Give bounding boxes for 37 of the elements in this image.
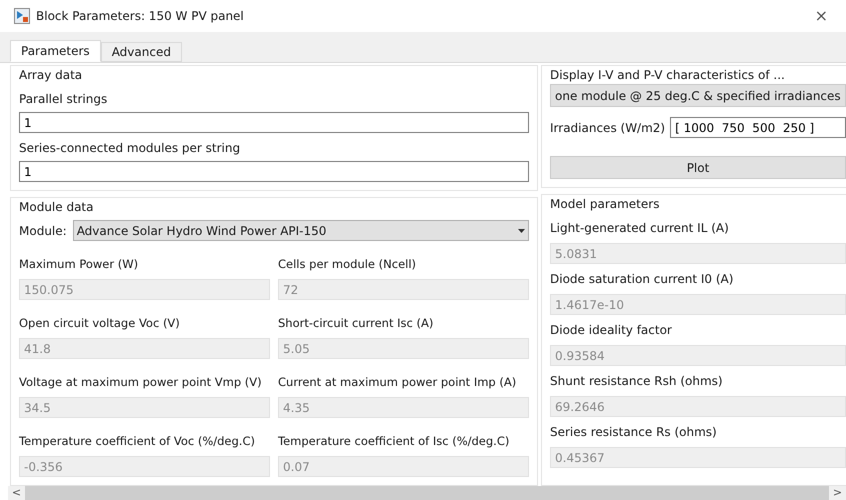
group-title: Array data	[19, 67, 84, 84]
field-label: Light-generated current IL (A)	[550, 220, 730, 237]
plot-button[interactable]: Plot	[550, 156, 846, 179]
field-label: Shunt resistance Rsh (ohms)	[550, 373, 724, 390]
field-label: Diode saturation current I0 (A)	[550, 271, 734, 288]
field-label: Voltage at maximum power point Vmp (V)	[19, 374, 263, 391]
input-field[interactable]: 1	[19, 161, 529, 182]
close-button[interactable]: ×	[810, 4, 832, 28]
field-label: Open circuit voltage Voc (V)	[19, 315, 181, 332]
tab[interactable]: Advanced	[100, 42, 182, 62]
dropdown[interactable]: one module @ 25 deg.C & specified irradiances	[550, 84, 846, 107]
group-title: Module data	[19, 199, 94, 216]
group-title: Display I-V and P-V characteristics of ...	[550, 67, 786, 84]
scroll-right-button[interactable]: >	[829, 486, 846, 500]
module-dropdown[interactable]: Advance Solar Hydro Wind Power API-150	[72, 220, 529, 241]
field-label: Short-circuit current Isc (A)	[278, 315, 434, 332]
field-label: Parallel strings	[19, 91, 108, 108]
horizontal-scrollbar[interactable]: < >	[8, 486, 846, 500]
scroll-left-button[interactable]: <	[8, 486, 25, 500]
field-label: Temperature coefficient of Isc (%/deg.C)	[278, 433, 510, 450]
group-title: Model parameters	[550, 196, 660, 213]
field-label: Series-connected modules per string	[19, 140, 242, 157]
field-label: Module:	[19, 222, 67, 240]
field-label: Diode ideality factor	[550, 322, 673, 339]
app-icon	[14, 8, 30, 24]
caret-icon	[518, 228, 525, 232]
field-label: Irradiances (W/m2)	[550, 120, 666, 136]
field-label: Current at maximum power point Imp (A)	[278, 374, 518, 391]
dropdown-value: Advance Solar Hydro Wind Power API-150	[76, 222, 326, 240]
input-field[interactable]: 1	[19, 112, 529, 133]
input-field[interactable]: [ 1000 750 500 250 ]	[670, 117, 846, 138]
field-label: Cells per module (Ncell)	[278, 256, 418, 273]
window-title: Block Parameters: 150 W PV panel	[36, 8, 244, 25]
field-label: Maximum Power (W)	[19, 256, 140, 273]
tab[interactable]: Parameters	[10, 40, 101, 62]
field-label: Series resistance Rs (ohms)	[550, 424, 718, 441]
field-label: Temperature coefficient of Voc (%/deg.C)	[19, 433, 256, 450]
